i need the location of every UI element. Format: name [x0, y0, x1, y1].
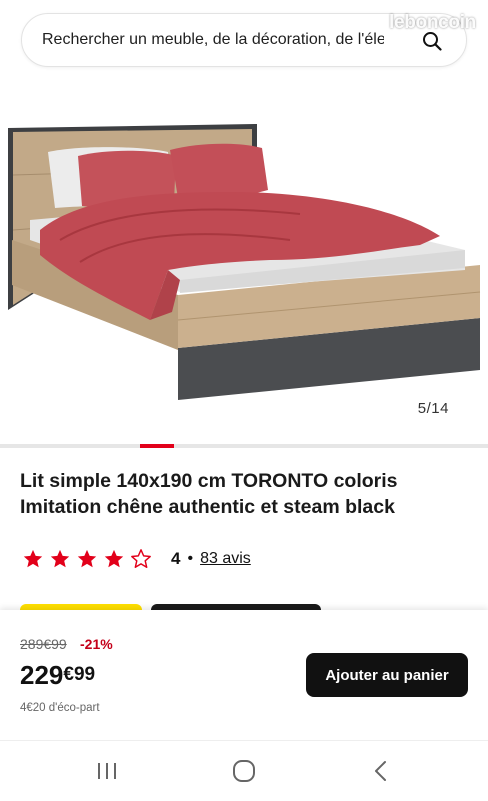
- eco-part: 4€20 d'éco-part: [20, 702, 100, 714]
- bed-image: [8, 124, 481, 400]
- star-filled-icon: [50, 549, 70, 568]
- search-input[interactable]: Rechercher un meuble, de la décoration, …: [42, 31, 384, 49]
- image-counter: 5/14: [417, 400, 449, 417]
- star-empty-icon: [131, 549, 151, 568]
- old-price: 289€99: [20, 636, 67, 652]
- price-bar: 289€99 -21% 229€99 4€20 d'éco-part Ajout…: [0, 610, 488, 740]
- gallery-progress-track: [0, 444, 488, 448]
- star-filled-icon: [104, 549, 124, 568]
- gallery-progress-indicator: [140, 444, 174, 448]
- back-icon[interactable]: [368, 759, 394, 783]
- home-icon[interactable]: [231, 759, 257, 783]
- add-to-cart-button[interactable]: Ajouter au panier: [306, 653, 468, 697]
- discount-badge: -21%: [80, 636, 113, 652]
- leboncoin-watermark: leboncoin: [388, 12, 476, 33]
- current-price: 229€99: [20, 660, 95, 691]
- product-image-gallery[interactable]: 5/14: [0, 80, 488, 442]
- product-rating: 4 • 83 avis: [22, 547, 251, 571]
- rating-separator: •: [187, 550, 194, 567]
- search-icon[interactable]: [422, 31, 442, 51]
- price-main: 229: [20, 660, 64, 690]
- price-cents: €99: [63, 664, 96, 685]
- system-navigation-bar: [0, 740, 488, 801]
- star-filled-icon: [77, 549, 97, 568]
- product-title: Lit simple 140x190 cm TORONTO coloris Im…: [20, 470, 398, 518]
- reviews-link[interactable]: 83 avis: [200, 550, 251, 568]
- rating-value: 4: [171, 549, 181, 568]
- recent-apps-icon[interactable]: [94, 759, 120, 783]
- star-filled-icon: [23, 549, 43, 568]
